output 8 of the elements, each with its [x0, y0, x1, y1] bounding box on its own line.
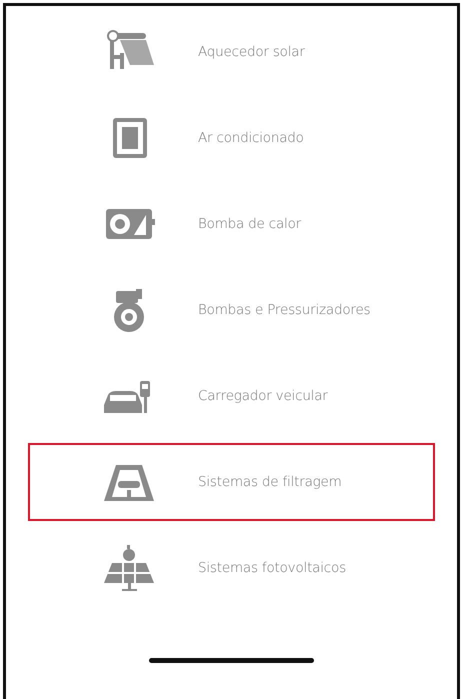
category-item[interactable]: Sistemas fotovoltaicos — [28, 529, 435, 607]
home-indicator[interactable] — [149, 658, 314, 663]
category-item[interactable]: Bomba de calor — [28, 185, 435, 263]
category-item[interactable]: Bombas e Pressurizadores — [28, 271, 435, 349]
category-item[interactable]: Ar condicionado — [28, 99, 435, 177]
category-item[interactable]: Aquecedor solar — [28, 13, 435, 91]
category-item[interactable]: Sistemas de filtragem — [28, 443, 435, 521]
category-item[interactable]: Carregador veicular — [28, 357, 435, 435]
